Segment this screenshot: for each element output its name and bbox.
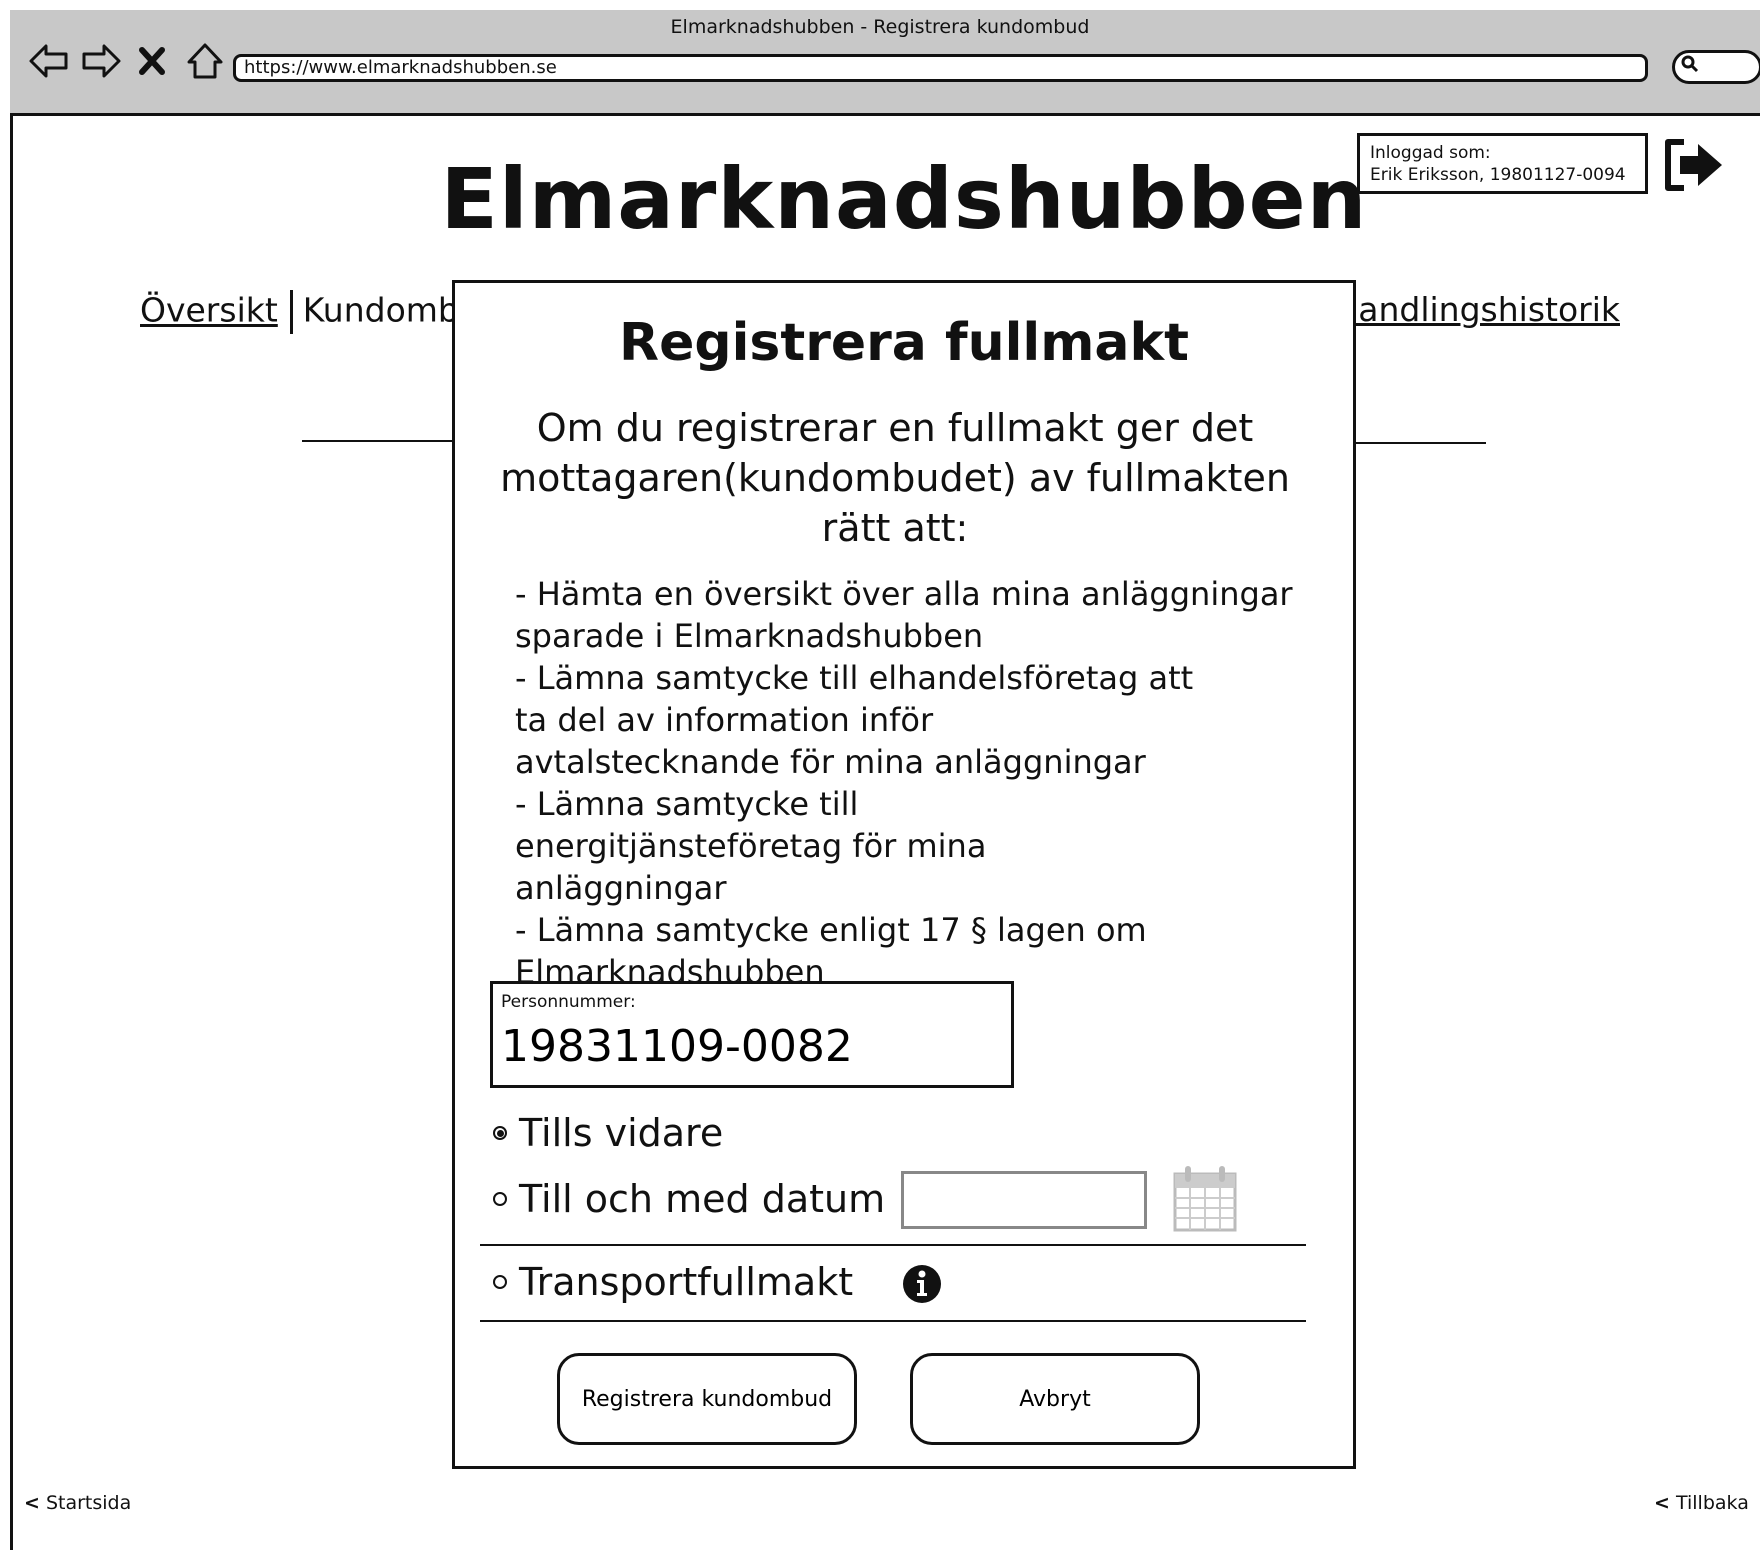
personnummer-field[interactable]: Personnummer: xyxy=(490,981,1014,1088)
nav-item-handlingshistorik[interactable]: handlingshistorik xyxy=(1330,290,1620,329)
home-icon[interactable] xyxy=(184,40,226,82)
chevron-left-icon: < xyxy=(24,1492,40,1514)
personnummer-label: Personnummer: xyxy=(501,992,636,1012)
options-divider xyxy=(480,1244,1306,1246)
divider-left xyxy=(302,440,462,442)
nav-item-kundombud[interactable]: Kundomb xyxy=(303,291,459,330)
tillbaka-link[interactable]: < Tillbaka xyxy=(1654,1492,1749,1514)
option-tills-vidare[interactable]: Tills vidare xyxy=(493,1111,723,1155)
tillbaka-label: Tillbaka xyxy=(1675,1492,1749,1514)
back-arrow-icon[interactable] xyxy=(28,40,70,82)
nav-item-oversikt[interactable]: Översikt xyxy=(140,291,278,330)
nav-item-handlingshistorik-label: handlingshistorik xyxy=(1337,290,1620,329)
register-proxy-dialog: Registrera fullmakt Om du registrerar en… xyxy=(452,280,1356,1469)
options-divider xyxy=(480,1320,1306,1322)
info-icon[interactable] xyxy=(902,1264,942,1304)
option-transportfullmakt-label: Transportfullmakt xyxy=(519,1260,854,1304)
main-nav: Översikt Kundomb xyxy=(140,290,459,334)
search-icon xyxy=(1680,54,1700,79)
startsida-link[interactable]: < Startsida xyxy=(24,1492,131,1514)
browser-nav-buttons xyxy=(28,40,226,82)
radio-tills-vidare[interactable] xyxy=(493,1126,507,1140)
login-user: Erik Eriksson, 19801127-0094 xyxy=(1370,165,1626,185)
dialog-intro: Om du registrerar en fullmakt ger det mo… xyxy=(500,406,1290,550)
rights-item: - Lämna samtycke till energitjänsteföret… xyxy=(515,785,987,907)
register-agent-button[interactable]: Registrera kundombud xyxy=(557,1353,857,1445)
personnummer-input[interactable] xyxy=(501,1016,1001,1076)
logged-in-box: Inloggad som: Erik Eriksson, 19801127-00… xyxy=(1357,133,1648,194)
end-date-input[interactable] xyxy=(901,1171,1147,1229)
window-title: Elmarknadshubben - Registrera kundombud xyxy=(670,16,1090,38)
startsida-label: Startsida xyxy=(45,1492,132,1514)
logout-icon[interactable] xyxy=(1662,136,1728,194)
option-till-och-med-datum[interactable]: Till och med datum xyxy=(493,1177,885,1221)
chevron-left-icon: < xyxy=(1654,1492,1670,1514)
option-transportfullmakt[interactable]: Transportfullmakt xyxy=(493,1260,853,1304)
rights-item: - Hämta en översikt över alla mina anläg… xyxy=(515,575,1293,655)
divider-right xyxy=(1346,442,1486,444)
nav-separator xyxy=(289,290,293,334)
cancel-button[interactable]: Avbryt xyxy=(910,1353,1200,1445)
login-label: Inloggad som: xyxy=(1370,143,1491,163)
address-bar[interactable]: https://www.elmarknadshubben.se xyxy=(233,54,1648,82)
option-till-och-med-datum-label: Till och med datum xyxy=(519,1177,886,1221)
rights-item: - Lämna samtycke till elhandelsföretag a… xyxy=(515,659,1194,781)
radio-till-och-med-datum[interactable] xyxy=(493,1192,507,1206)
radio-transportfullmakt[interactable] xyxy=(493,1275,507,1289)
rights-list: - Hämta en översikt över alla mina anläg… xyxy=(515,573,1315,993)
dialog-title: Registrera fullmakt xyxy=(619,313,1189,373)
forward-arrow-icon[interactable] xyxy=(80,40,122,82)
option-tills-vidare-label: Tills vidare xyxy=(519,1111,724,1155)
calendar-icon[interactable] xyxy=(1173,1164,1237,1232)
stop-icon[interactable] xyxy=(132,40,174,82)
